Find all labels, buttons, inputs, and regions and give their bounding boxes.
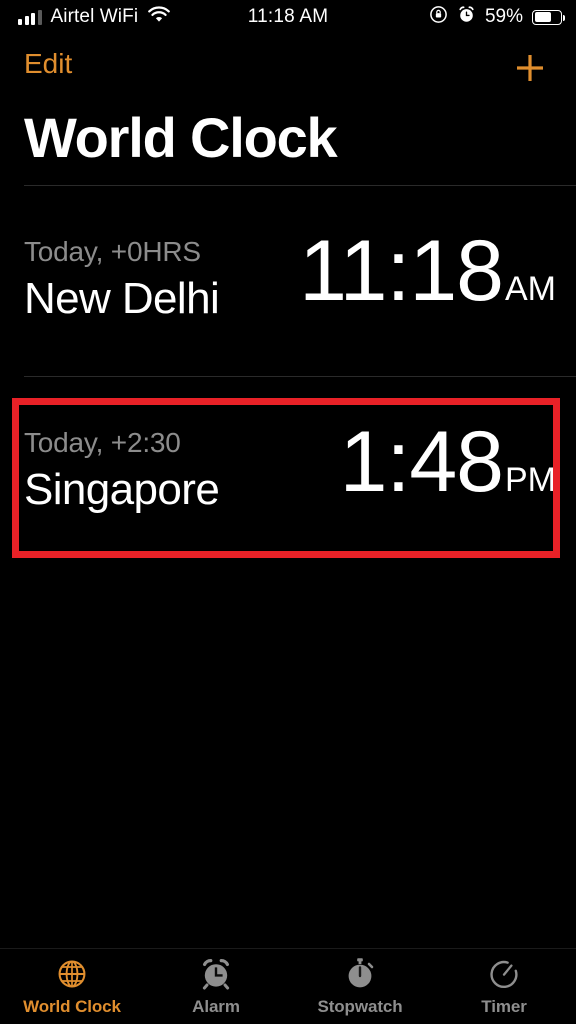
clock-time-value: 1:48 — [339, 414, 504, 510]
clock-city-label: Singapore — [24, 465, 220, 514]
alarm-clock-icon — [198, 956, 234, 992]
clock-time: 11:18 AM — [299, 228, 556, 314]
status-bar-right: 59% — [429, 0, 565, 34]
tab-timer[interactable]: Timer — [432, 949, 576, 1024]
alarm-clock-icon — [457, 5, 476, 29]
clock-row-new-delhi[interactable]: Today, +0HRS New Delhi 11:18 AM — [0, 186, 576, 376]
add-clock-button[interactable] — [506, 44, 554, 92]
clock-offset-label: Today, +0HRS — [24, 236, 201, 267]
plus-icon — [517, 55, 543, 81]
navigation-bar: Edit — [0, 40, 576, 92]
tab-label: Alarm — [192, 997, 240, 1016]
tab-world-clock[interactable]: World Clock — [0, 949, 144, 1024]
status-bar: Airtel WiFi 11:18 AM 59% — [0, 0, 576, 34]
tab-label: Timer — [481, 997, 527, 1016]
timer-icon — [486, 956, 522, 992]
clock-city-label: New Delhi — [24, 274, 220, 323]
tab-bar: World Clock Alarm Stopwatch Timer — [0, 948, 576, 1024]
stopwatch-icon — [342, 956, 378, 992]
tab-stopwatch[interactable]: Stopwatch — [288, 949, 432, 1024]
clock-time-value: 11:18 — [299, 223, 504, 319]
clock-list: Today, +0HRS New Delhi 11:18 AM Today, +2… — [0, 185, 576, 567]
clock-time-meridiem: PM — [505, 461, 556, 499]
battery-percent-label: 59% — [484, 6, 523, 27]
tab-label: World Clock — [23, 997, 121, 1016]
world-clock-screen: Airtel WiFi 11:18 AM 59% Edit World Cloc… — [0, 0, 576, 1024]
tab-label: Stopwatch — [317, 997, 403, 1016]
globe-icon — [54, 956, 90, 992]
tab-alarm[interactable]: Alarm — [144, 949, 288, 1024]
clock-time-meridiem: AM — [505, 270, 556, 308]
clock-time: 1:48 PM — [340, 419, 556, 505]
edit-button[interactable]: Edit — [24, 48, 72, 80]
clock-row-singapore[interactable]: Today, +2:30 Singapore 1:48 PM — [0, 377, 576, 567]
clock-offset-label: Today, +2:30 — [24, 427, 181, 458]
page-title: World Clock — [24, 106, 338, 169]
battery-icon — [532, 9, 565, 25]
rotation-lock-icon — [429, 5, 448, 29]
